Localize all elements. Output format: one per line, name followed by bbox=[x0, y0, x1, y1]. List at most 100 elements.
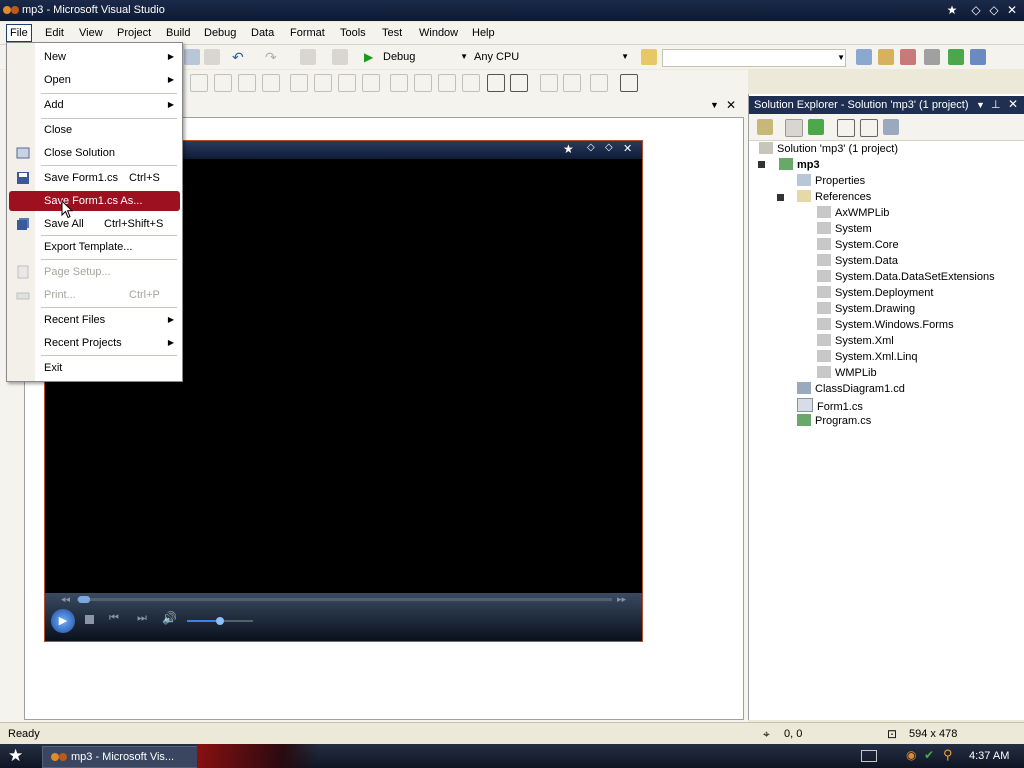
center-horizontally-icon[interactable] bbox=[487, 74, 505, 92]
menu-item-open[interactable]: Open ▶ bbox=[9, 70, 180, 90]
view-designer-icon[interactable] bbox=[860, 119, 878, 137]
tree-solution-node[interactable]: Solution 'mp3' (1 project) bbox=[759, 142, 898, 155]
view-code-icon[interactable] bbox=[837, 119, 855, 137]
menu-item-exit[interactable]: Exit bbox=[9, 358, 180, 378]
navigate-back-icon[interactable] bbox=[300, 49, 316, 65]
tray-app-icon[interactable]: ◉ bbox=[906, 748, 916, 762]
seek-thumb[interactable] bbox=[78, 596, 90, 603]
tree-properties-node[interactable]: Properties bbox=[797, 174, 865, 187]
menu-item-recent-projects[interactable]: Recent Projects ▶ bbox=[9, 333, 180, 353]
menu-item-close-solution[interactable]: Close Solution bbox=[9, 143, 180, 163]
start-debugging-icon[interactable]: ▶ bbox=[364, 49, 380, 65]
bring-to-front-icon[interactable] bbox=[540, 74, 558, 92]
refresh-icon[interactable] bbox=[808, 119, 824, 135]
menu-item-save-as[interactable]: Save Form1.cs As... bbox=[9, 191, 180, 211]
show-all-files-icon[interactable] bbox=[785, 119, 803, 137]
tree-reference-item[interactable]: System.Xml.Linq bbox=[817, 350, 918, 363]
menu-item-save-all[interactable]: Save All Ctrl+Shift+S bbox=[9, 214, 180, 234]
tree-reference-item[interactable]: System.Deployment bbox=[817, 286, 933, 299]
redo-icon[interactable]: ↷ bbox=[265, 49, 281, 65]
menu-file[interactable]: File bbox=[6, 24, 32, 42]
tree-file-item[interactable]: Program.cs bbox=[797, 414, 871, 427]
tree-reference-item[interactable]: WMPLib bbox=[817, 366, 877, 379]
center-vertically-icon[interactable] bbox=[510, 74, 528, 92]
undo-icon[interactable]: ↶ bbox=[232, 49, 248, 65]
toolbox-icon[interactable] bbox=[924, 49, 940, 65]
send-to-back-icon[interactable] bbox=[563, 74, 581, 92]
tree-reference-item[interactable]: System.Windows.Forms bbox=[817, 318, 954, 331]
stop-button[interactable] bbox=[85, 615, 94, 624]
tree-reference-item[interactable]: System.Core bbox=[817, 238, 899, 251]
spacing-icon[interactable] bbox=[390, 74, 408, 92]
navigate-forward-icon[interactable] bbox=[332, 49, 348, 65]
mute-icon[interactable]: 🔊 bbox=[162, 611, 177, 625]
menu-edit[interactable]: Edit bbox=[42, 25, 67, 41]
menu-item-export-template[interactable]: Export Template... bbox=[9, 237, 180, 257]
spacing-icon[interactable] bbox=[438, 74, 456, 92]
menu-item-close[interactable]: Close bbox=[9, 120, 180, 140]
menu-item-recent-files[interactable]: Recent Files ▶ bbox=[9, 310, 180, 330]
taskbar-button[interactable]: mp3 - Microsoft Vis... bbox=[42, 746, 199, 768]
menu-item-add[interactable]: Add ▶ bbox=[9, 95, 180, 115]
seek-bar[interactable] bbox=[77, 598, 612, 601]
make-same-size-icon[interactable] bbox=[338, 74, 356, 92]
menu-item-save[interactable]: Save Form1.cs Ctrl+S bbox=[9, 168, 180, 188]
align-top-icon[interactable] bbox=[262, 74, 280, 92]
make-same-width-icon[interactable] bbox=[290, 74, 308, 92]
tab-list-icon[interactable]: ▼ bbox=[710, 100, 719, 110]
tree-reference-item[interactable]: System.Data bbox=[817, 254, 898, 267]
spacing-icon[interactable] bbox=[414, 74, 432, 92]
collapse-icon[interactable] bbox=[777, 194, 784, 201]
keyboard-icon[interactable] bbox=[861, 750, 877, 762]
restore-button[interactable]: ◇ bbox=[986, 3, 1002, 17]
next-button[interactable]: ⏭ bbox=[137, 612, 147, 625]
align-center-icon[interactable] bbox=[214, 74, 232, 92]
tree-reference-item[interactable]: AxWMPLib bbox=[817, 206, 889, 219]
menu-item-new[interactable]: New ▶ bbox=[9, 47, 180, 67]
tree-file-item[interactable]: ClassDiagram1.cd bbox=[797, 382, 905, 395]
platform-select[interactable]: Any CPU ▼ bbox=[474, 49, 629, 65]
menu-help[interactable]: Help bbox=[469, 25, 498, 41]
properties-icon[interactable] bbox=[878, 49, 894, 65]
menu-view[interactable]: View bbox=[76, 25, 106, 41]
find-combo[interactable]: ▼ bbox=[662, 49, 846, 67]
solution-config-select[interactable]: Debug ▼ bbox=[383, 49, 468, 65]
close-button[interactable]: ✕ bbox=[1004, 3, 1020, 17]
menu-test[interactable]: Test bbox=[379, 25, 405, 41]
start-page-icon[interactable] bbox=[948, 49, 964, 65]
volume-thumb[interactable] bbox=[216, 617, 224, 625]
object-browser-icon[interactable] bbox=[900, 49, 916, 65]
align-left-icon[interactable] bbox=[190, 74, 208, 92]
close-document-icon[interactable]: ✕ bbox=[726, 98, 736, 112]
menu-item-print[interactable]: Print... Ctrl+P bbox=[9, 285, 180, 305]
paste-icon[interactable] bbox=[204, 49, 220, 65]
align-right-icon[interactable] bbox=[238, 74, 256, 92]
play-button[interactable]: ▶ bbox=[51, 609, 75, 633]
menu-format[interactable]: Format bbox=[287, 25, 328, 41]
tree-reference-item[interactable]: System.Xml bbox=[817, 334, 894, 347]
solution-explorer-icon[interactable] bbox=[856, 49, 872, 65]
menu-data[interactable]: Data bbox=[248, 25, 277, 41]
properties-icon[interactable] bbox=[757, 119, 773, 135]
tree-reference-item[interactable]: System.Drawing bbox=[817, 302, 915, 315]
copy-icon[interactable] bbox=[184, 49, 200, 65]
collapse-icon[interactable] bbox=[758, 161, 765, 168]
make-same-height-icon[interactable] bbox=[314, 74, 332, 92]
pin-icon[interactable]: ★ bbox=[944, 3, 960, 17]
view-class-diagram-icon[interactable] bbox=[883, 119, 899, 135]
lock-controls-icon[interactable] bbox=[590, 74, 608, 92]
minimize-button[interactable]: ◇ bbox=[968, 3, 984, 17]
menu-window[interactable]: Window bbox=[416, 25, 461, 41]
size-to-grid-icon[interactable] bbox=[362, 74, 380, 92]
tree-reference-item[interactable]: System.Data.DataSetExtensions bbox=[817, 270, 995, 283]
tray-network-icon[interactable]: ✔ bbox=[924, 748, 934, 762]
tree-file-item[interactable]: Form1.cs bbox=[797, 398, 863, 413]
spacing-icon[interactable] bbox=[462, 74, 480, 92]
menu-tools[interactable]: Tools bbox=[337, 25, 369, 41]
menu-item-page-setup[interactable]: Page Setup... bbox=[9, 262, 180, 282]
close-panel-icon[interactable]: ✕ bbox=[1008, 97, 1018, 111]
find-in-files-icon[interactable] bbox=[641, 49, 657, 65]
previous-button[interactable]: ⏮ bbox=[109, 612, 119, 625]
tree-references-node[interactable]: References bbox=[797, 190, 871, 203]
menu-project[interactable]: Project bbox=[114, 25, 154, 41]
